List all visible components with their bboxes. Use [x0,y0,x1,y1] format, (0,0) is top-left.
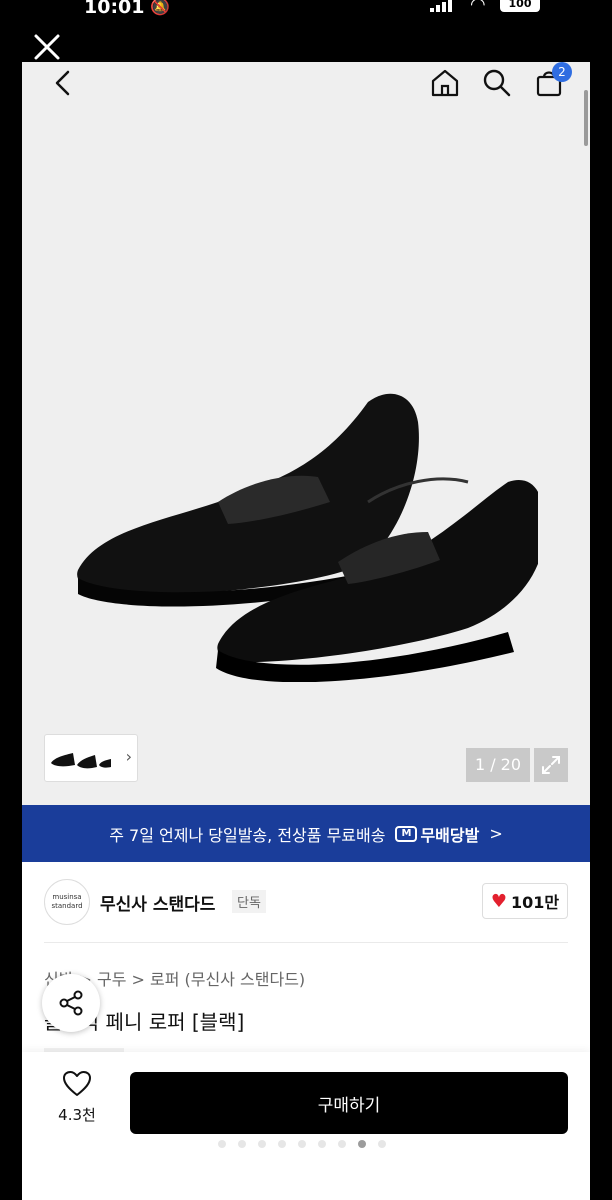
thumbnail-image [51,753,111,769]
delivery-banner[interactable]: 주 7일 언제나 당일발송, 전상품 무료배송 M 무배당발 > [22,805,590,862]
page-dot-active [358,1140,366,1148]
gallery-thumbnail[interactable]: › [44,734,138,782]
status-time: 10:01 [84,0,145,18]
brand-logo[interactable]: musinsa standard [44,879,90,925]
page-dot [298,1140,306,1148]
product-image [77,393,538,682]
search-icon[interactable] [480,66,514,100]
chevron-right-icon: > [489,824,503,843]
image-counter: 1 / 20 [466,748,530,782]
muted-bell-icon: 🔕 [150,0,170,16]
brand-row[interactable]: musinsa standard 무신사 스탠다드 단독 ♥ 101만 [44,879,568,943]
badge-text: 무배당발 [420,825,480,845]
product-gallery[interactable]: 2 › 1 / 20 [22,62,590,805]
heart-outline-icon [63,1071,91,1096]
wifi-icon: ◠ [470,0,486,15]
brand-name[interactable]: 무신사 스탠다드 [100,890,215,915]
scrollbar[interactable] [584,90,588,146]
share-icon [59,990,83,1016]
product-page: 2 › 1 / 20 주 7일 언제나 당일발송, 전상품 무료배송 M 무배당… [22,62,590,1200]
battery-indicator: 100 [500,0,540,12]
brand-like-count: 101만 [511,893,560,912]
status-bar: 10:01 🔕 ◠ 100 [0,0,612,22]
page-dot [378,1140,386,1148]
banner-text: 주 7일 언제나 당일발송, 전상품 무료배송 [109,825,386,845]
bottom-action-bar: 4.3천 구매하기 [22,1052,590,1200]
top-navigation: 2 [22,62,590,106]
delivery-logo-icon: M [395,825,418,842]
page-dot [278,1140,286,1148]
cart-count-badge: 2 [552,62,572,82]
free-delivery-badge: M 무배당발 [395,822,479,846]
exclusive-tag: 단독 [232,890,266,913]
heart-icon: ♥ [490,890,507,912]
page-dot [218,1140,226,1148]
wishlist-button[interactable]: 4.3천 [52,1070,102,1125]
expand-icon[interactable] [534,748,568,782]
buy-button[interactable]: 구매하기 [130,1072,568,1134]
wishlist-count: 4.3천 [58,1106,96,1124]
close-icon[interactable] [30,30,64,64]
signal-icon [430,0,452,12]
shopping-bag-icon[interactable]: 2 [532,62,572,100]
chevron-right-icon: › [125,747,132,766]
brand-like-button[interactable]: ♥ 101만 [482,883,568,919]
page-dot [238,1140,246,1148]
page-dot [338,1140,346,1148]
page-dot [258,1140,266,1148]
page-dot [318,1140,326,1148]
back-icon[interactable] [46,66,80,100]
share-button[interactable] [42,974,100,1032]
home-icon[interactable] [428,66,462,100]
page-indicator [218,1140,386,1148]
